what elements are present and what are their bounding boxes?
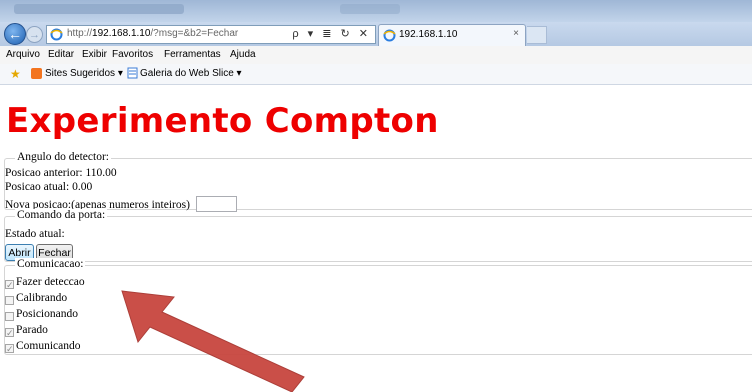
annotation-arrow	[121, 290, 305, 392]
